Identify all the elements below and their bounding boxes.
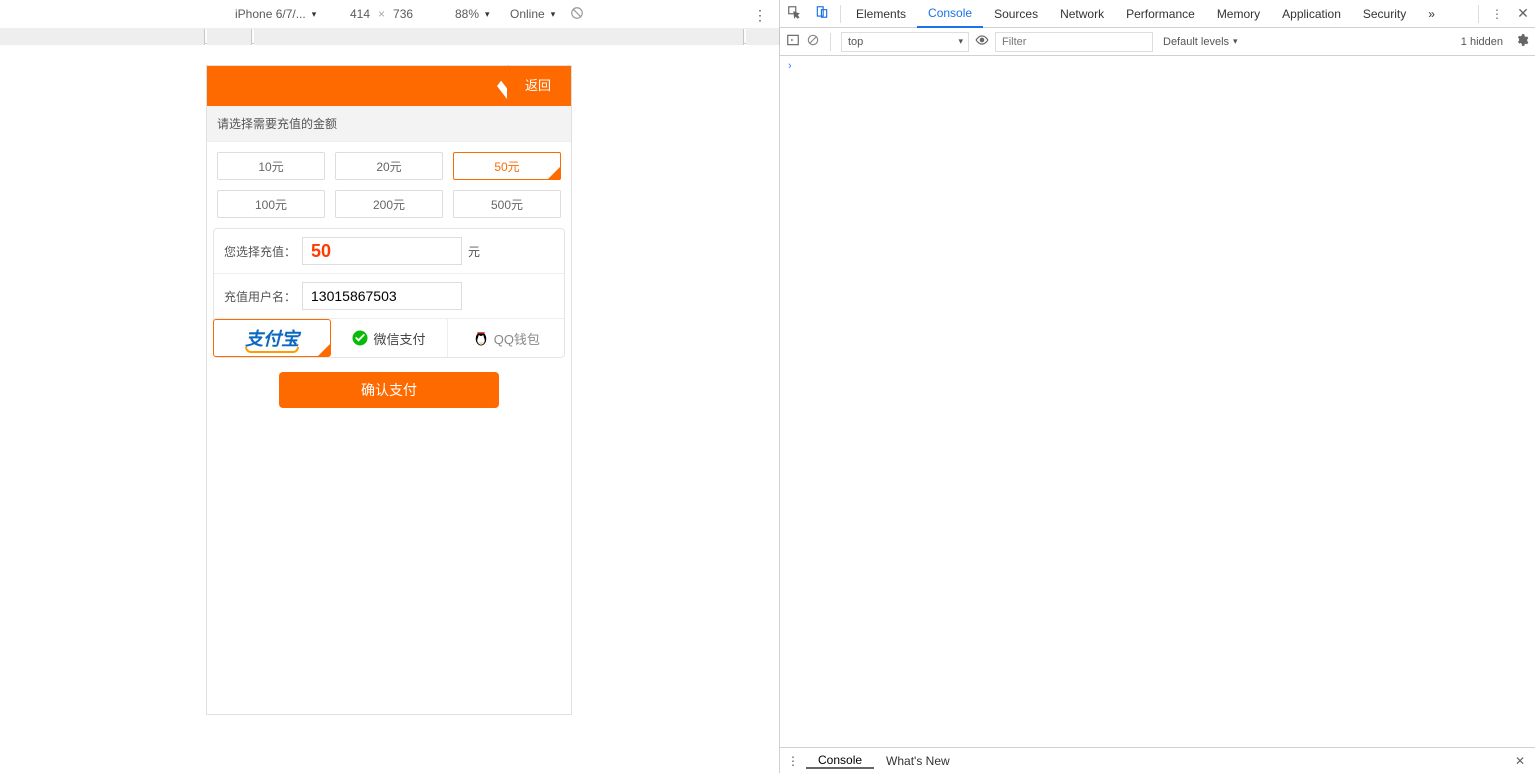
- toggle-device-icon[interactable]: [808, 5, 836, 22]
- context-value: top: [848, 36, 863, 48]
- pay-option-wechat[interactable]: 微信支付: [330, 319, 447, 357]
- viewport-height: 736: [393, 7, 413, 21]
- horizontal-ruler: [0, 28, 779, 44]
- emulator-toolbar: iPhone 6/7/... 414 × 736 88% Online ⋮: [0, 0, 779, 28]
- alipay-logo-icon: 支付宝: [245, 325, 299, 351]
- device-emulator-panel: iPhone 6/7/... 414 × 736 88% Online ⋮ 返回…: [0, 0, 780, 773]
- drawer-tab-whatsnew[interactable]: What's New: [874, 754, 962, 768]
- amount-option-20元[interactable]: 20元: [335, 152, 443, 180]
- pay-option-alipay[interactable]: 支付宝: [213, 319, 331, 357]
- hidden-messages-count[interactable]: 1 hidden: [1461, 36, 1503, 48]
- devtools-tab-security[interactable]: Security: [1352, 0, 1417, 28]
- amount-grid: 10元 20元 50元 100元 200元 500元: [207, 142, 571, 228]
- amount-option-10元[interactable]: 10元: [217, 152, 325, 180]
- devtools-more-icon[interactable]: ⋮: [1483, 7, 1511, 21]
- drawer-close-icon[interactable]: ✕: [1505, 754, 1535, 768]
- console-output[interactable]: [780, 56, 1535, 747]
- qq-label: QQ钱包: [494, 329, 540, 348]
- amount-option-200元[interactable]: 200元: [335, 190, 443, 218]
- devtools-panel: ElementsConsoleSourcesNetworkPerformance…: [780, 0, 1535, 773]
- clear-console-icon[interactable]: [806, 33, 820, 50]
- amount-option-100元[interactable]: 100元: [217, 190, 325, 218]
- amount-option-50元[interactable]: 50元: [453, 152, 561, 180]
- payment-options-row: 支付宝 微信支付 QQ钱包: [214, 319, 564, 357]
- username-label: 充值用户名：: [224, 288, 296, 305]
- amount-input[interactable]: [302, 237, 462, 265]
- log-levels-label: Default levels: [1163, 36, 1229, 48]
- devtools-tab-sources[interactable]: Sources: [983, 0, 1049, 28]
- back-button[interactable]: 返回: [507, 73, 561, 99]
- username-row: 充值用户名：: [214, 274, 564, 319]
- rotate-icon[interactable]: [570, 6, 584, 23]
- devtools-tab-performance[interactable]: Performance: [1115, 0, 1206, 28]
- devtools-tab-bar: ElementsConsoleSourcesNetworkPerformance…: [780, 0, 1535, 28]
- devtools-tab-network[interactable]: Network: [1049, 0, 1115, 28]
- viewport-dimensions[interactable]: 414 × 736: [350, 7, 413, 21]
- devtools-close-icon[interactable]: ✕: [1511, 5, 1535, 22]
- console-prompt[interactable]: [788, 60, 1527, 72]
- drawer-more-icon[interactable]: ⋮: [780, 754, 806, 768]
- wechat-icon: [351, 329, 369, 347]
- console-sidebar-toggle-icon[interactable]: [786, 33, 800, 50]
- devtools-tab-elements[interactable]: Elements: [845, 0, 917, 28]
- viewport-width: 414: [350, 7, 370, 21]
- devtools-tab-application[interactable]: Application: [1271, 0, 1352, 28]
- throttle-selector[interactable]: Online: [510, 7, 555, 21]
- amount-option-500元[interactable]: 500元: [453, 190, 561, 218]
- devtools-tab-memory[interactable]: Memory: [1206, 0, 1271, 28]
- device-name: iPhone 6/7/...: [235, 7, 306, 21]
- phone-viewport: 返回 请选择需要充值的金额 10元 20元 50元 100元 200元 500元 您选择充…: [207, 66, 571, 714]
- confirm-pay-button[interactable]: 确认支付: [279, 372, 499, 408]
- devtools-drawer: ⋮ Console What's New ✕: [780, 747, 1535, 773]
- dimension-separator: ×: [378, 7, 385, 21]
- zoom-value: 88%: [455, 7, 479, 21]
- console-toolbar: top Default levels 1 hidden: [780, 28, 1535, 56]
- back-button-label: 返回: [525, 78, 551, 93]
- device-selector[interactable]: iPhone 6/7/...: [235, 7, 316, 21]
- emulator-more-icon[interactable]: ⋮: [753, 7, 767, 24]
- console-filter-input[interactable]: [995, 32, 1153, 52]
- log-levels-selector[interactable]: Default levels: [1163, 36, 1238, 48]
- live-expression-icon[interactable]: [975, 33, 989, 50]
- username-input[interactable]: [302, 282, 462, 310]
- drawer-tab-console[interactable]: Console: [806, 753, 874, 769]
- pay-option-qq[interactable]: QQ钱包: [448, 319, 564, 357]
- wechat-label: 微信支付: [373, 329, 425, 348]
- inspect-element-icon[interactable]: [780, 5, 808, 22]
- section-title: 请选择需要充值的金额: [207, 106, 571, 142]
- amount-label: 您选择充值：: [224, 243, 296, 260]
- context-selector[interactable]: top: [841, 32, 969, 52]
- zoom-selector[interactable]: 88%: [455, 7, 490, 21]
- amount-unit: 元: [468, 243, 480, 260]
- amount-row: 您选择充值： 元: [214, 229, 564, 274]
- qq-icon: [472, 329, 490, 347]
- throttle-value: Online: [510, 7, 545, 21]
- recharge-form: 您选择充值： 元 充值用户名： 支付宝 微信支付 QQ钱包: [213, 228, 565, 358]
- devtools-tab-console[interactable]: Console: [917, 0, 983, 28]
- devtools-tabs-overflow-icon[interactable]: »: [1417, 0, 1446, 28]
- console-settings-icon[interactable]: [1515, 33, 1529, 50]
- app-header: 返回: [207, 66, 571, 106]
